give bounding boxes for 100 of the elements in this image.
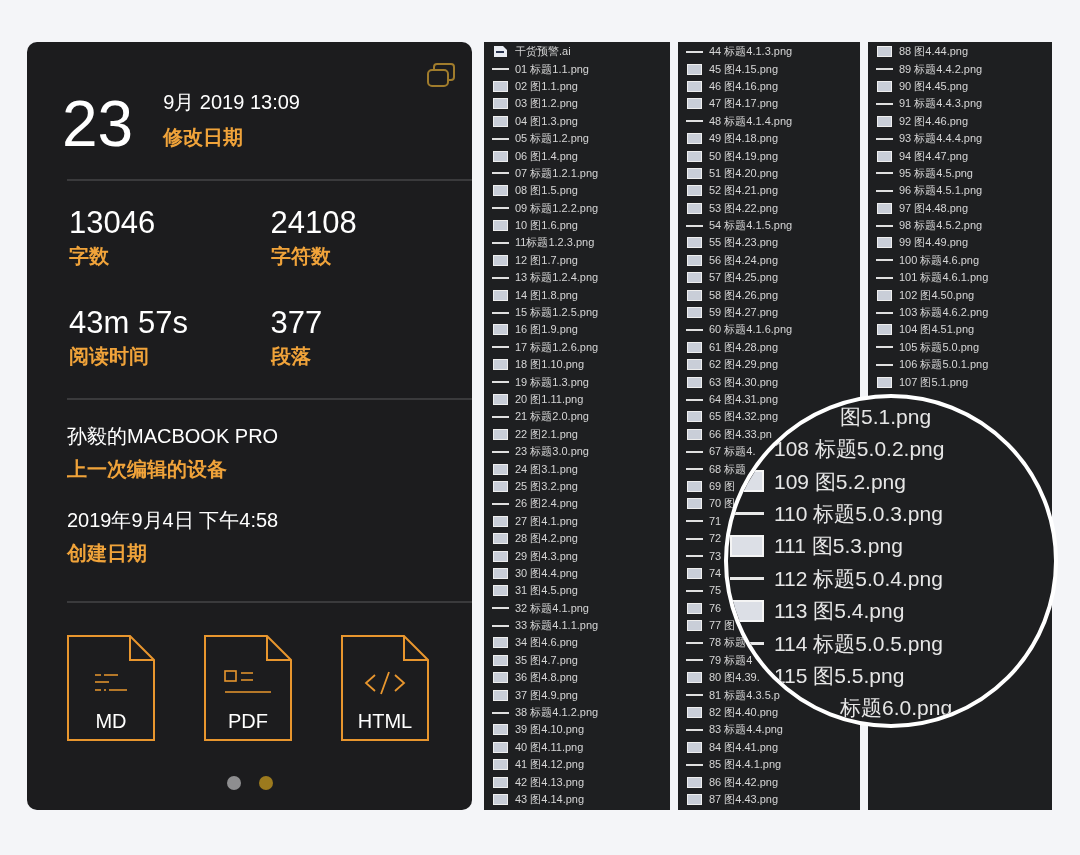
file-name[interactable]: 30 图4.4.png	[515, 567, 578, 579]
file-name[interactable]: 94 图4.47.png	[899, 150, 969, 162]
file-name[interactable]: 03 图1.2.png	[515, 98, 578, 110]
file-name[interactable]: 83 标题4.4.png	[709, 724, 783, 736]
file-name[interactable]: 42 图4.13.png	[515, 776, 585, 788]
file-name[interactable]: 23 标题3.0.png	[515, 446, 589, 458]
file-name[interactable]: 07 标题1.2.1.png	[515, 167, 599, 179]
file-name[interactable]: 39 图4.10.png	[515, 724, 585, 736]
file-name[interactable]: 95 标题4.5.png	[899, 167, 973, 179]
file-name[interactable]: 67 标题4.	[709, 446, 756, 458]
export-button[interactable]: HTML	[341, 635, 429, 741]
file-name[interactable]: 76	[709, 602, 722, 614]
file-name[interactable]: 11标题1.2.3.png	[515, 237, 595, 249]
file-name[interactable]: 57 图4.25.png	[709, 272, 779, 284]
file-name[interactable]: 99 图4.49.png	[899, 237, 969, 249]
file-name[interactable]: 85 图4.4.1.png	[709, 759, 782, 771]
file-name[interactable]: 70 图	[709, 498, 736, 510]
file-name[interactable]: 52 图4.21.png	[709, 185, 779, 197]
file-name[interactable]: 14 图1.8.png	[515, 289, 578, 301]
file-name[interactable]: 92 图4.46.png	[899, 115, 969, 127]
file-name[interactable]: 58 图4.26.png	[709, 289, 779, 301]
file-name[interactable]: 37 图4.9.png	[515, 689, 578, 701]
file-name[interactable]: 87 图4.43.png	[709, 794, 779, 805]
file-name[interactable]: 97 图4.48.png	[899, 202, 969, 214]
file-name[interactable]: 12 图1.7.png	[515, 254, 578, 266]
file-name[interactable]: 69 图	[709, 480, 736, 492]
file-name[interactable]: 71	[709, 515, 722, 527]
file-name[interactable]: 29 图4.3.png	[515, 550, 578, 562]
file-name[interactable]: 64 图4.31.png	[709, 394, 779, 405]
file-name[interactable]: 84 图4.41.png	[709, 741, 779, 753]
copy-icon[interactable]	[426, 62, 456, 88]
file-name[interactable]: 干货预警.ai	[515, 46, 571, 58]
file-name[interactable]: 68 标题	[709, 463, 747, 475]
file-name[interactable]: 25 图3.2.png	[515, 480, 578, 492]
file-name[interactable]: 05 标题1.2.png	[515, 133, 589, 145]
file-name[interactable]: 38 标题4.1.2.png	[515, 707, 599, 719]
file-name[interactable]: 32 标题4.1.png	[515, 602, 589, 614]
file-name[interactable]: 04 图1.3.png	[515, 115, 578, 127]
file-name[interactable]: 74	[709, 567, 722, 579]
export-button[interactable]: PDF	[204, 635, 292, 741]
file-name[interactable]: 60 标题4.1.6.png	[709, 324, 793, 336]
file-name[interactable]: 53 图4.22.png	[709, 202, 779, 214]
file-name[interactable]: 06 图1.4.png	[515, 150, 578, 162]
file-name[interactable]: 31 图4.5.png	[515, 585, 578, 597]
file-name[interactable]: 89 标题4.4.2.png	[899, 63, 983, 75]
file-name[interactable]: 51 图4.20.png	[709, 167, 779, 179]
file-name[interactable]: 88 图4.44.png	[899, 46, 969, 58]
file-name[interactable]: 41 图4.12.png	[515, 759, 585, 771]
file-name[interactable]: 13 标题1.2.4.png	[515, 272, 599, 284]
file-name[interactable]: 103 标题4.6.2.png	[899, 307, 989, 319]
file-name[interactable]: 16 图1.9.png	[515, 324, 578, 336]
file-name[interactable]: 36 图4.8.png	[515, 672, 578, 684]
file-name[interactable]: 82 图4.40.png	[709, 707, 779, 719]
file-name[interactable]: 65 图4.32.png	[709, 411, 779, 423]
file-name[interactable]: 21 标题2.0.png	[515, 411, 589, 423]
export-button[interactable]: MD	[67, 635, 155, 741]
file-name[interactable]: 100 标题4.6.png	[899, 254, 980, 266]
file-name[interactable]: 22 图2.1.png	[515, 428, 578, 440]
file-name[interactable]: 40 图4.11.png	[515, 741, 584, 753]
file-name[interactable]: 35 图4.7.png	[515, 654, 578, 666]
file-name[interactable]: 33 标题4.1.1.png	[515, 620, 599, 632]
file-name[interactable]: 75	[709, 585, 722, 597]
file-name[interactable]: 09 标题1.2.2.png	[515, 202, 599, 214]
file-name[interactable]: 77 图	[709, 620, 736, 632]
file-name[interactable]: 44 标题4.1.3.png	[709, 46, 793, 58]
file-name[interactable]: 63 图4.30.png	[709, 376, 779, 388]
file-name[interactable]: 101 标题4.6.1.png	[899, 272, 989, 284]
file-name[interactable]: 79 标题4	[709, 654, 753, 666]
file-name[interactable]: 48 标题4.1.4.png	[709, 115, 793, 127]
file-name[interactable]: 45 图4.15.png	[709, 63, 779, 75]
file-name[interactable]: 10 图1.6.png	[515, 220, 578, 232]
file-name[interactable]: 106 标题5.0.1.png	[899, 359, 989, 371]
file-name[interactable]: 81 标题4.3.5.p	[709, 689, 780, 701]
file-name[interactable]: 73	[709, 550, 722, 562]
file-name[interactable]: 54 标题4.1.5.png	[709, 220, 793, 232]
file-name[interactable]: 98 标题4.5.2.png	[899, 220, 983, 232]
file-name[interactable]: 56 图4.24.png	[709, 254, 779, 266]
file-name[interactable]: 27 图4.1.png	[515, 515, 578, 527]
file-name[interactable]: 15 标题1.2.5.png	[515, 307, 599, 319]
file-name[interactable]: 20 图1.11.png	[515, 394, 584, 405]
file-name[interactable]: 28 图4.2.png	[515, 533, 578, 545]
file-name[interactable]: 18 图1.10.png	[515, 359, 585, 371]
file-name[interactable]: 105 标题5.0.png	[899, 341, 980, 353]
file-name[interactable]: 47 图4.17.png	[709, 98, 779, 110]
file-name[interactable]: 34 图4.6.png	[515, 637, 578, 649]
file-name[interactable]: 61 图4.28.png	[709, 341, 779, 353]
file-name[interactable]: 91 标题4.4.3.png	[899, 98, 983, 110]
file-name[interactable]: 86 图4.42.png	[709, 776, 779, 788]
file-name[interactable]: 107 图5.1.png	[899, 376, 969, 388]
file-name[interactable]: 72	[709, 533, 722, 545]
file-name[interactable]: 46 图4.16.png	[709, 80, 779, 92]
file-name[interactable]: 01 标题1.1.png	[515, 63, 589, 75]
file-name[interactable]: 08 图1.5.png	[515, 185, 578, 197]
file-name[interactable]: 24 图3.1.png	[515, 463, 578, 475]
file-name[interactable]: 43 图4.14.png	[515, 794, 585, 805]
file-name[interactable]: 102 图4.50.png	[899, 289, 975, 301]
file-name[interactable]: 66 图4.33.pn	[709, 428, 772, 440]
file-name[interactable]: 104 图4.51.png	[899, 324, 975, 336]
file-name[interactable]: 62 图4.29.png	[709, 359, 779, 371]
file-name[interactable]: 49 图4.18.png	[709, 133, 779, 145]
